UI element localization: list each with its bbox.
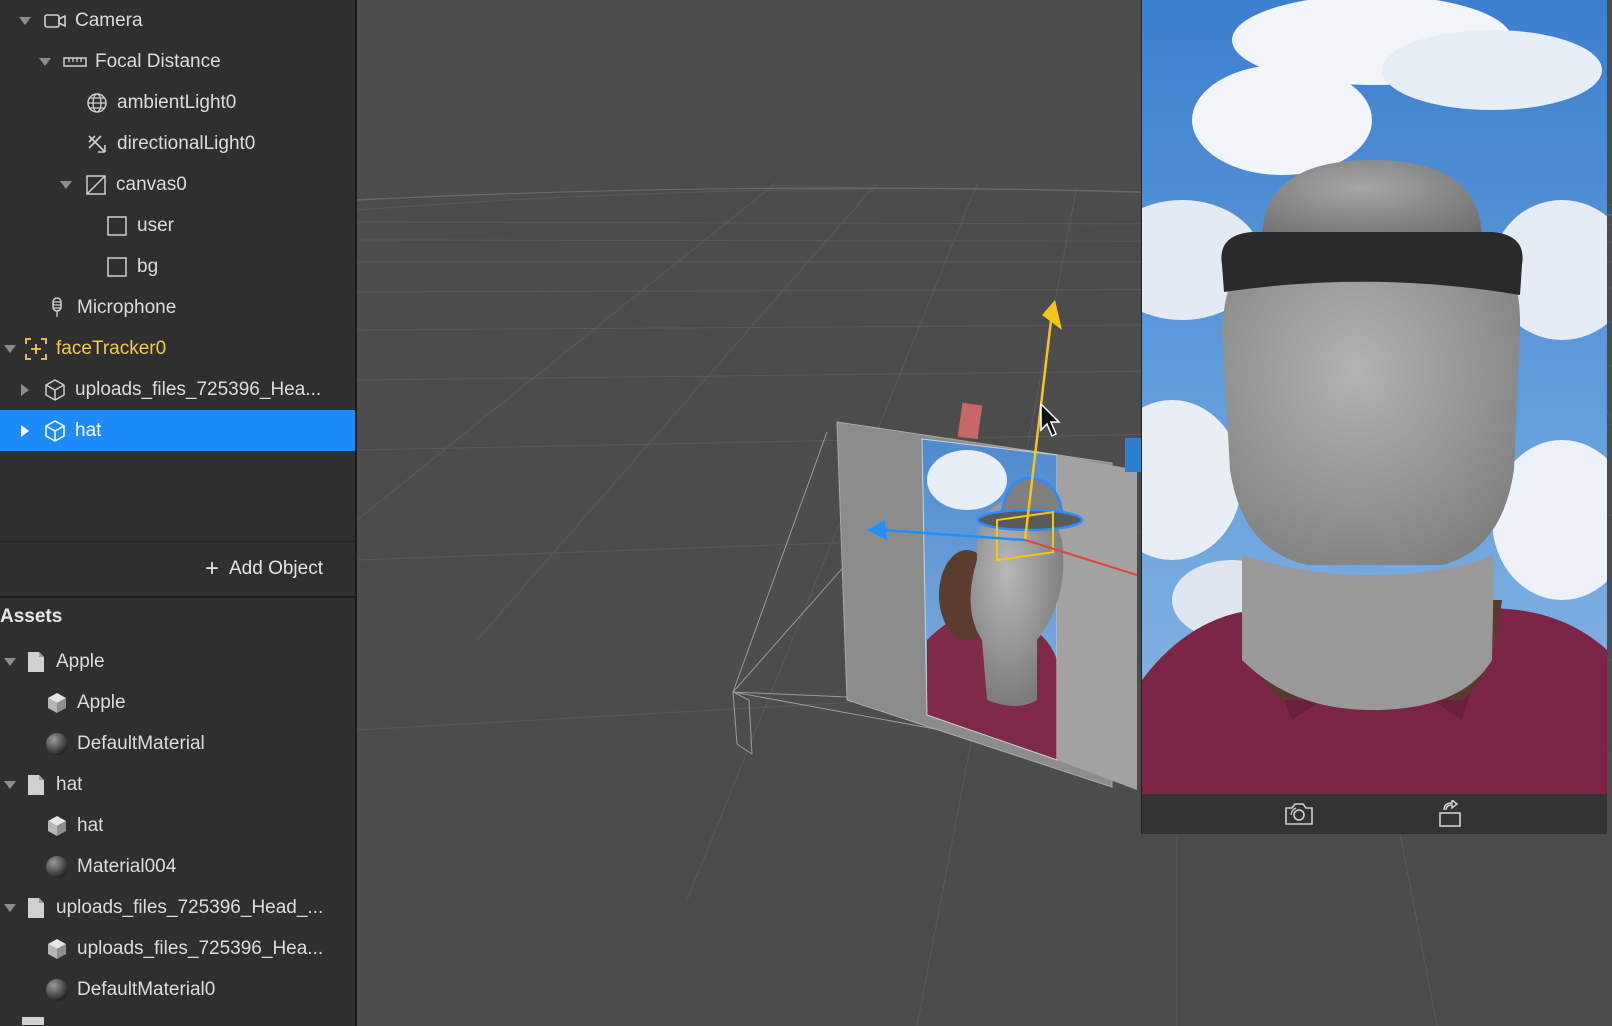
file-icon	[24, 650, 48, 674]
face-tracker-icon	[24, 337, 48, 361]
scene-item-head-mesh[interactable]: uploads_files_725396_Hea...	[0, 369, 355, 410]
chevron-right-icon[interactable]	[15, 380, 35, 400]
left-panel: Camera Focal Distance ambientLight0 dire…	[0, 0, 357, 1026]
microphone-icon	[45, 296, 69, 320]
mesh-icon	[45, 691, 69, 715]
scene-item-ambient-light[interactable]: ambientLight0	[0, 82, 355, 123]
rotate-device-icon	[1438, 800, 1461, 827]
asset-item-label: uploads_files_725396_Hea...	[77, 937, 324, 959]
add-object-bar: + Add Object	[0, 541, 355, 598]
cube-icon	[43, 419, 67, 443]
scene-item-bg[interactable]: bg	[0, 246, 355, 287]
scene-item-label: Camera	[75, 9, 143, 31]
scene-item-label: hat	[75, 419, 102, 441]
asset-item-label: uploads_files_725396_Head_...	[56, 896, 324, 918]
scene-item-canvas[interactable]: canvas0	[0, 164, 355, 205]
chevron-down-icon[interactable]	[0, 339, 20, 359]
chevron-down-icon[interactable]	[15, 11, 35, 31]
rectangle-icon	[105, 214, 129, 238]
material-sphere-icon	[45, 732, 69, 756]
scene-item-microphone[interactable]: Microphone	[0, 287, 355, 328]
chevron-down-icon[interactable]	[0, 775, 20, 795]
asset-item-label: DefaultMaterial	[77, 732, 205, 754]
file-icon	[24, 896, 48, 920]
globe-icon	[85, 91, 109, 115]
asset-item-label: Material004	[77, 855, 177, 877]
asset-item-default-material0[interactable]: DefaultMaterial0	[0, 969, 355, 1010]
material-sphere-icon	[45, 978, 69, 1002]
head-neck-preview	[1242, 555, 1494, 710]
mouse-cursor-icon	[1040, 402, 1061, 438]
asset-item-partial	[0, 1014, 355, 1026]
simulator-toolbar	[1142, 794, 1607, 834]
mesh-icon	[45, 814, 69, 838]
scene-item-focal-distance[interactable]: Focal Distance	[0, 41, 355, 82]
head-mesh-preview	[1222, 240, 1521, 565]
scene-item-hat[interactable]: hat	[0, 410, 355, 451]
asset-item-default-material[interactable]: DefaultMaterial	[0, 723, 355, 764]
asset-item-label: Apple	[56, 650, 105, 672]
add-object-label: Add Object	[229, 558, 323, 579]
scene-item-label: directionalLight0	[117, 132, 256, 154]
assets-section-title: Assets	[0, 606, 63, 627]
gizmo-plane-handle-red[interactable]	[957, 402, 983, 440]
asset-item-hat-file[interactable]: hat	[0, 764, 355, 805]
rectangle-icon	[105, 255, 129, 279]
asset-item-label: hat	[77, 814, 104, 836]
chevron-down-icon[interactable]	[35, 52, 55, 72]
directional-light-icon	[85, 132, 109, 156]
scene-item-face-tracker[interactable]: faceTracker0	[0, 328, 355, 369]
asset-item-label: Apple	[77, 691, 126, 713]
scene-item-camera[interactable]: Camera	[0, 0, 355, 41]
device-simulator[interactable]	[1141, 0, 1607, 834]
chevron-down-icon[interactable]	[56, 175, 76, 195]
side-plane	[1057, 455, 1137, 790]
scene-item-label: bg	[137, 255, 159, 277]
scene-item-label: Microphone	[77, 296, 177, 318]
scene-item-label: uploads_files_725396_Hea...	[75, 378, 322, 400]
cube-icon	[43, 378, 67, 402]
asset-item-material004[interactable]: Material004	[0, 846, 355, 887]
canvas-icon	[84, 173, 108, 197]
asset-item-label: hat	[56, 773, 83, 795]
scene-item-user[interactable]: user	[0, 205, 355, 246]
mesh-icon	[45, 937, 69, 961]
file-icon	[24, 773, 48, 797]
scene-item-label: Focal Distance	[95, 50, 221, 72]
chevron-right-icon[interactable]	[15, 421, 35, 441]
chevron-down-icon[interactable]	[0, 652, 20, 672]
capture-photo-icon	[1284, 803, 1313, 825]
scene-item-label: ambientLight0	[117, 91, 237, 113]
capture-photo-button[interactable]	[1283, 798, 1315, 830]
chevron-down-icon[interactable]	[0, 898, 20, 918]
scene-item-label: user	[137, 214, 174, 236]
gizmo-plane-handle-blue[interactable]	[1125, 438, 1141, 472]
material-sphere-icon	[45, 855, 69, 879]
asset-item-head-file[interactable]: uploads_files_725396_Head_...	[0, 887, 355, 928]
asset-item-head-mesh[interactable]: uploads_files_725396_Hea...	[0, 928, 355, 969]
rotate-device-button[interactable]	[1435, 798, 1467, 830]
simulator-screen[interactable]	[1142, 0, 1607, 794]
scene-item-label: canvas0	[116, 173, 187, 195]
hierarchy-empty-area	[0, 451, 355, 541]
scene-item-label: faceTracker0	[56, 337, 167, 359]
scene-item-directional-light[interactable]: directionalLight0	[0, 123, 355, 164]
asset-item-hat-mesh[interactable]: hat	[0, 805, 355, 846]
asset-item-label: DefaultMaterial0	[77, 978, 216, 1000]
asset-item-apple-file[interactable]: Apple	[0, 641, 355, 682]
asset-item-apple-mesh[interactable]: Apple	[0, 682, 355, 723]
ruler-icon	[63, 50, 87, 74]
camera-icon	[43, 9, 67, 33]
add-object-button[interactable]: + Add Object	[205, 557, 323, 581]
plus-icon: +	[204, 555, 219, 582]
